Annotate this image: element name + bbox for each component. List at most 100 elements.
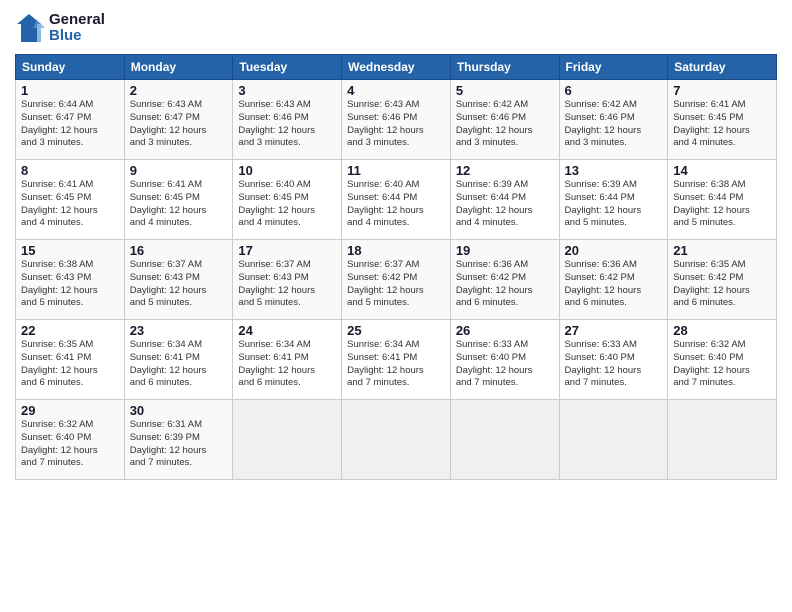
day-info: Sunrise: 6:40 AMSunset: 6:45 PMDaylight:… xyxy=(238,179,336,230)
day-cell: 25 Sunrise: 6:34 AMSunset: 6:41 PMDaylig… xyxy=(342,320,451,400)
day-cell: 22 Sunrise: 6:35 AMSunset: 6:41 PMDaylig… xyxy=(16,320,125,400)
day-number: 8 xyxy=(21,163,119,178)
day-info: Sunrise: 6:34 AMSunset: 6:41 PMDaylight:… xyxy=(238,339,336,390)
day-number: 20 xyxy=(565,243,663,258)
day-info: Sunrise: 6:43 AMSunset: 6:47 PMDaylight:… xyxy=(130,99,228,150)
day-cell: 3 Sunrise: 6:43 AMSunset: 6:46 PMDayligh… xyxy=(233,80,342,160)
day-info: Sunrise: 6:35 AMSunset: 6:41 PMDaylight:… xyxy=(21,339,119,390)
col-friday: Friday xyxy=(559,55,668,80)
day-cell: 19 Sunrise: 6:36 AMSunset: 6:42 PMDaylig… xyxy=(450,240,559,320)
day-cell: 29 Sunrise: 6:32 AMSunset: 6:40 PMDaylig… xyxy=(16,400,125,480)
day-info: Sunrise: 6:32 AMSunset: 6:40 PMDaylight:… xyxy=(21,419,119,470)
day-cell: 28 Sunrise: 6:32 AMSunset: 6:40 PMDaylig… xyxy=(668,320,777,400)
day-number: 5 xyxy=(456,83,554,98)
day-number: 6 xyxy=(565,83,663,98)
day-number: 13 xyxy=(565,163,663,178)
day-info: Sunrise: 6:39 AMSunset: 6:44 PMDaylight:… xyxy=(565,179,663,230)
day-cell: 2 Sunrise: 6:43 AMSunset: 6:47 PMDayligh… xyxy=(124,80,233,160)
day-cell: 21 Sunrise: 6:35 AMSunset: 6:42 PMDaylig… xyxy=(668,240,777,320)
day-number: 16 xyxy=(130,243,228,258)
day-cell xyxy=(668,400,777,480)
day-number: 29 xyxy=(21,403,119,418)
day-number: 4 xyxy=(347,83,445,98)
day-number: 25 xyxy=(347,323,445,338)
day-info: Sunrise: 6:43 AMSunset: 6:46 PMDaylight:… xyxy=(347,99,445,150)
day-cell xyxy=(342,400,451,480)
week-row-2: 8 Sunrise: 6:41 AMSunset: 6:45 PMDayligh… xyxy=(16,160,777,240)
day-cell: 4 Sunrise: 6:43 AMSunset: 6:46 PMDayligh… xyxy=(342,80,451,160)
day-number: 19 xyxy=(456,243,554,258)
day-info: Sunrise: 6:44 AMSunset: 6:47 PMDaylight:… xyxy=(21,99,119,150)
day-cell: 1 Sunrise: 6:44 AMSunset: 6:47 PMDayligh… xyxy=(16,80,125,160)
week-row-5: 29 Sunrise: 6:32 AMSunset: 6:40 PMDaylig… xyxy=(16,400,777,480)
day-number: 17 xyxy=(238,243,336,258)
day-info: Sunrise: 6:35 AMSunset: 6:42 PMDaylight:… xyxy=(673,259,771,310)
day-cell xyxy=(559,400,668,480)
day-number: 23 xyxy=(130,323,228,338)
day-cell: 17 Sunrise: 6:37 AMSunset: 6:43 PMDaylig… xyxy=(233,240,342,320)
week-row-3: 15 Sunrise: 6:38 AMSunset: 6:43 PMDaylig… xyxy=(16,240,777,320)
day-number: 11 xyxy=(347,163,445,178)
col-monday: Monday xyxy=(124,55,233,80)
day-cell: 27 Sunrise: 6:33 AMSunset: 6:40 PMDaylig… xyxy=(559,320,668,400)
day-info: Sunrise: 6:37 AMSunset: 6:43 PMDaylight:… xyxy=(130,259,228,310)
day-info: Sunrise: 6:33 AMSunset: 6:40 PMDaylight:… xyxy=(456,339,554,390)
day-number: 10 xyxy=(238,163,336,178)
calendar-table: Sunday Monday Tuesday Wednesday Thursday… xyxy=(15,54,777,480)
day-cell: 16 Sunrise: 6:37 AMSunset: 6:43 PMDaylig… xyxy=(124,240,233,320)
day-cell: 13 Sunrise: 6:39 AMSunset: 6:44 PMDaylig… xyxy=(559,160,668,240)
day-info: Sunrise: 6:36 AMSunset: 6:42 PMDaylight:… xyxy=(456,259,554,310)
day-cell: 7 Sunrise: 6:41 AMSunset: 6:45 PMDayligh… xyxy=(668,80,777,160)
day-number: 1 xyxy=(21,83,119,98)
day-number: 24 xyxy=(238,323,336,338)
logo-bird-icon xyxy=(15,10,45,46)
day-info: Sunrise: 6:42 AMSunset: 6:46 PMDaylight:… xyxy=(456,99,554,150)
day-number: 15 xyxy=(21,243,119,258)
day-cell xyxy=(233,400,342,480)
col-tuesday: Tuesday xyxy=(233,55,342,80)
week-row-4: 22 Sunrise: 6:35 AMSunset: 6:41 PMDaylig… xyxy=(16,320,777,400)
day-info: Sunrise: 6:37 AMSunset: 6:43 PMDaylight:… xyxy=(238,259,336,310)
day-cell: 15 Sunrise: 6:38 AMSunset: 6:43 PMDaylig… xyxy=(16,240,125,320)
day-cell: 11 Sunrise: 6:40 AMSunset: 6:44 PMDaylig… xyxy=(342,160,451,240)
page: General Blue Sunday Monday Tuesday Wedne… xyxy=(0,0,792,612)
logo: General Blue xyxy=(15,10,105,46)
day-cell: 12 Sunrise: 6:39 AMSunset: 6:44 PMDaylig… xyxy=(450,160,559,240)
day-info: Sunrise: 6:38 AMSunset: 6:44 PMDaylight:… xyxy=(673,179,771,230)
col-saturday: Saturday xyxy=(668,55,777,80)
day-cell: 30 Sunrise: 6:31 AMSunset: 6:39 PMDaylig… xyxy=(124,400,233,480)
logo-line2: Blue xyxy=(49,28,105,45)
col-sunday: Sunday xyxy=(16,55,125,80)
day-cell: 23 Sunrise: 6:34 AMSunset: 6:41 PMDaylig… xyxy=(124,320,233,400)
day-cell: 26 Sunrise: 6:33 AMSunset: 6:40 PMDaylig… xyxy=(450,320,559,400)
logo-text-block: General Blue xyxy=(15,10,105,46)
day-number: 7 xyxy=(673,83,771,98)
day-number: 18 xyxy=(347,243,445,258)
day-number: 3 xyxy=(238,83,336,98)
day-number: 26 xyxy=(456,323,554,338)
day-number: 27 xyxy=(565,323,663,338)
day-number: 14 xyxy=(673,163,771,178)
day-number: 30 xyxy=(130,403,228,418)
day-cell: 18 Sunrise: 6:37 AMSunset: 6:42 PMDaylig… xyxy=(342,240,451,320)
day-info: Sunrise: 6:36 AMSunset: 6:42 PMDaylight:… xyxy=(565,259,663,310)
day-info: Sunrise: 6:43 AMSunset: 6:46 PMDaylight:… xyxy=(238,99,336,150)
day-info: Sunrise: 6:33 AMSunset: 6:40 PMDaylight:… xyxy=(565,339,663,390)
day-info: Sunrise: 6:32 AMSunset: 6:40 PMDaylight:… xyxy=(673,339,771,390)
day-number: 21 xyxy=(673,243,771,258)
day-info: Sunrise: 6:41 AMSunset: 6:45 PMDaylight:… xyxy=(673,99,771,150)
day-number: 22 xyxy=(21,323,119,338)
col-thursday: Thursday xyxy=(450,55,559,80)
logo-line1: General xyxy=(49,12,105,29)
day-info: Sunrise: 6:34 AMSunset: 6:41 PMDaylight:… xyxy=(347,339,445,390)
day-cell: 20 Sunrise: 6:36 AMSunset: 6:42 PMDaylig… xyxy=(559,240,668,320)
day-cell: 8 Sunrise: 6:41 AMSunset: 6:45 PMDayligh… xyxy=(16,160,125,240)
header-row: Sunday Monday Tuesday Wednesday Thursday… xyxy=(16,55,777,80)
day-info: Sunrise: 6:42 AMSunset: 6:46 PMDaylight:… xyxy=(565,99,663,150)
day-number: 12 xyxy=(456,163,554,178)
day-info: Sunrise: 6:41 AMSunset: 6:45 PMDaylight:… xyxy=(21,179,119,230)
day-cell: 5 Sunrise: 6:42 AMSunset: 6:46 PMDayligh… xyxy=(450,80,559,160)
day-number: 2 xyxy=(130,83,228,98)
day-cell: 14 Sunrise: 6:38 AMSunset: 6:44 PMDaylig… xyxy=(668,160,777,240)
col-wednesday: Wednesday xyxy=(342,55,451,80)
